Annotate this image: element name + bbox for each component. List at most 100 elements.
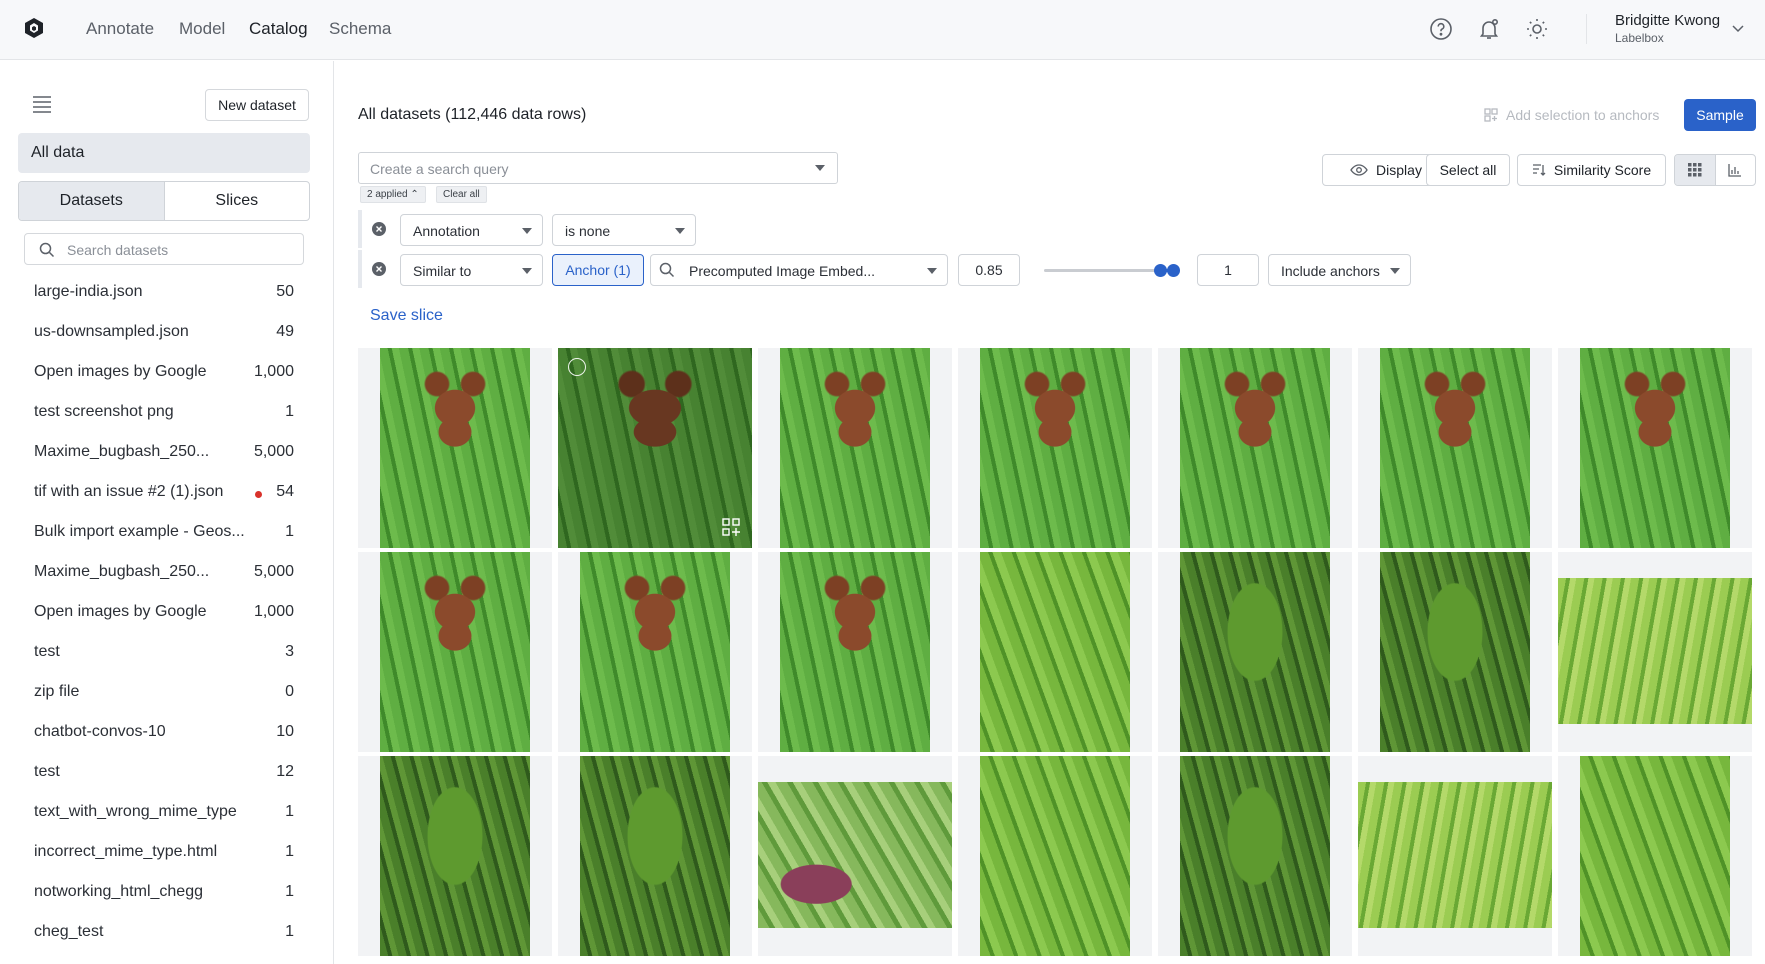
add-selection-label: Add selection to anchors <box>1506 107 1660 123</box>
dataset-list-item[interactable]: Open images by Google 1,000 <box>0 353 333 393</box>
save-slice-link[interactable]: Save slice <box>370 307 443 325</box>
analytics-view-button[interactable] <box>1716 155 1756 185</box>
image-thumbnail[interactable] <box>1558 348 1752 548</box>
dataset-list-item[interactable]: incorrect_mime_type.html 1 <box>0 833 333 873</box>
image-thumbnail[interactable] <box>1158 756 1352 956</box>
help-icon[interactable] <box>1429 17 1453 41</box>
similarity-max-input[interactable]: 1 <box>1197 254 1259 286</box>
similarity-threshold-input[interactable]: 0.85 <box>958 254 1020 286</box>
caret-down-icon <box>522 228 532 234</box>
image-thumbnail[interactable] <box>558 552 752 752</box>
anchor-chip[interactable]: Anchor (1) <box>552 254 644 286</box>
dataset-list-item[interactable]: Bulk import example - Geos... 1 <box>0 513 333 553</box>
remove-filter-icon[interactable] <box>372 262 386 276</box>
image-thumbnail[interactable] <box>358 348 552 548</box>
image-thumbnail[interactable] <box>358 552 552 752</box>
filter-operator-dropdown[interactable]: is none <box>552 214 696 246</box>
dataset-count: 5,000 <box>253 443 294 460</box>
dataset-name: Bulk import example - Geos... <box>34 523 245 540</box>
nav-schema[interactable]: Schema <box>329 19 391 39</box>
dataset-list-item[interactable]: zip file 0 <box>0 673 333 713</box>
remove-filter-icon[interactable] <box>372 222 386 236</box>
dataset-list-item[interactable]: us-downsampled.json 49 <box>0 313 333 353</box>
notification-bell-icon[interactable] <box>1477 17 1501 41</box>
search-query-input[interactable]: Create a search query <box>358 152 838 184</box>
theme-toggle-sun-icon[interactable] <box>1525 17 1549 41</box>
divider <box>1586 14 1587 44</box>
slider-thumb-high[interactable] <box>1167 264 1180 277</box>
image-thumbnail[interactable] <box>558 348 752 548</box>
similarity-field-value: Similar to <box>413 263 472 279</box>
dataset-list-item[interactable]: large-india.json 50 <box>0 273 333 313</box>
search-icon <box>659 262 675 278</box>
dataset-list-item[interactable]: test screenshot png 1 <box>0 393 333 433</box>
image-thumbnail[interactable] <box>1358 756 1552 956</box>
image-thumbnail[interactable] <box>758 348 952 548</box>
similarity-field-dropdown[interactable]: Similar to <box>400 254 543 286</box>
image-thumbnail[interactable] <box>758 552 952 752</box>
dataset-list-item[interactable]: text_with_wrong_mime_type 1 <box>0 793 333 833</box>
grid-view-button[interactable] <box>1675 155 1716 185</box>
similarity-score-sort-button[interactable]: Similarity Score <box>1517 154 1666 186</box>
embedding-dropdown[interactable]: Precomputed Image Embed... <box>650 254 948 286</box>
select-all-button[interactable]: Select all <box>1426 154 1510 186</box>
thumbnail-image <box>1180 552 1330 752</box>
nav-annotate[interactable]: Annotate <box>86 19 154 39</box>
thumbnail-image <box>380 756 530 956</box>
new-dataset-button[interactable]: New dataset <box>205 89 309 121</box>
dataset-list-item[interactable]: Maxime_bugbash_250... 5,000 <box>0 433 333 473</box>
dataset-list-item[interactable]: cheg_test 1 <box>0 913 333 953</box>
filter-field-dropdown[interactable]: Annotation <box>400 214 543 246</box>
dataset-list-item[interactable]: chatbot-convos-10 10 <box>0 713 333 753</box>
filter-operator-value: is none <box>565 223 611 239</box>
dataset-list-item[interactable]: Open images by Google 1,000 <box>0 593 333 633</box>
image-thumbnail[interactable] <box>358 756 552 956</box>
labelbox-logo-icon[interactable] <box>22 16 46 40</box>
tab-slices[interactable]: Slices <box>165 182 310 220</box>
image-thumbnail[interactable] <box>1158 348 1352 548</box>
image-thumbnail[interactable] <box>958 756 1152 956</box>
search-datasets-placeholder: Search datasets <box>67 242 169 258</box>
image-thumbnail[interactable] <box>1558 552 1752 752</box>
tab-datasets[interactable]: Datasets <box>19 182 165 220</box>
add-selection-to-anchors-button[interactable]: Add selection to anchors <box>1484 107 1659 123</box>
all-data-item[interactable]: All data <box>18 133 310 173</box>
dataset-list-item[interactable]: tif with an issue #2 (1).json 54 <box>0 473 333 513</box>
include-anchors-dropdown[interactable]: Include anchors <box>1268 254 1411 286</box>
add-to-anchors-icon[interactable] <box>722 518 740 536</box>
dataset-list-item[interactable]: Maxime_bugbash_250... 5,000 <box>0 553 333 593</box>
image-thumbnail[interactable] <box>1158 552 1352 752</box>
thumbnail-image <box>780 552 930 752</box>
dataset-name: Maxime_bugbash_250... <box>34 443 210 460</box>
nav-catalog[interactable]: Catalog <box>249 19 308 39</box>
dataset-count: 5,000 <box>253 563 294 580</box>
chevron-down-icon[interactable] <box>1731 21 1745 35</box>
user-name[interactable]: Bridgitte Kwong <box>1615 12 1720 29</box>
dataset-count: 1 <box>285 803 294 820</box>
dataset-count: 12 <box>276 763 294 780</box>
image-thumbnail[interactable] <box>1358 348 1552 548</box>
list-menu-icon[interactable] <box>32 95 52 113</box>
sample-button[interactable]: Sample <box>1684 99 1756 131</box>
image-thumbnail[interactable] <box>1358 552 1552 752</box>
user-organization: Labelbox <box>1615 31 1664 45</box>
page-title: All datasets (112,446 data rows) <box>358 106 587 123</box>
applied-filters-chip[interactable]: 2 applied ⌃ <box>360 186 426 203</box>
search-datasets-input[interactable]: Search datasets <box>24 233 304 265</box>
caret-down-icon[interactable] <box>815 165 825 171</box>
dataset-list-item[interactable]: test 3 <box>0 633 333 673</box>
image-thumbnail[interactable] <box>958 552 1152 752</box>
dataset-list-item[interactable]: test 12 <box>0 753 333 793</box>
select-checkbox[interactable] <box>568 358 586 376</box>
image-thumbnail[interactable] <box>558 756 752 956</box>
thumbnail-image <box>580 552 730 752</box>
clear-all-button[interactable]: Clear all <box>436 186 487 203</box>
dataset-list-item[interactable]: notworking_html_chegg 1 <box>0 873 333 913</box>
nav-model[interactable]: Model <box>179 19 225 39</box>
filter-row-similarity: Similar to Anchor (1) Precomputed Image … <box>358 250 1418 288</box>
image-thumbnail[interactable] <box>758 756 952 956</box>
image-thumbnail[interactable] <box>958 348 1152 548</box>
slider-thumb-low[interactable] <box>1153 264 1167 277</box>
similarity-range-slider[interactable] <box>1044 250 1180 288</box>
image-thumbnail[interactable] <box>1558 756 1752 956</box>
